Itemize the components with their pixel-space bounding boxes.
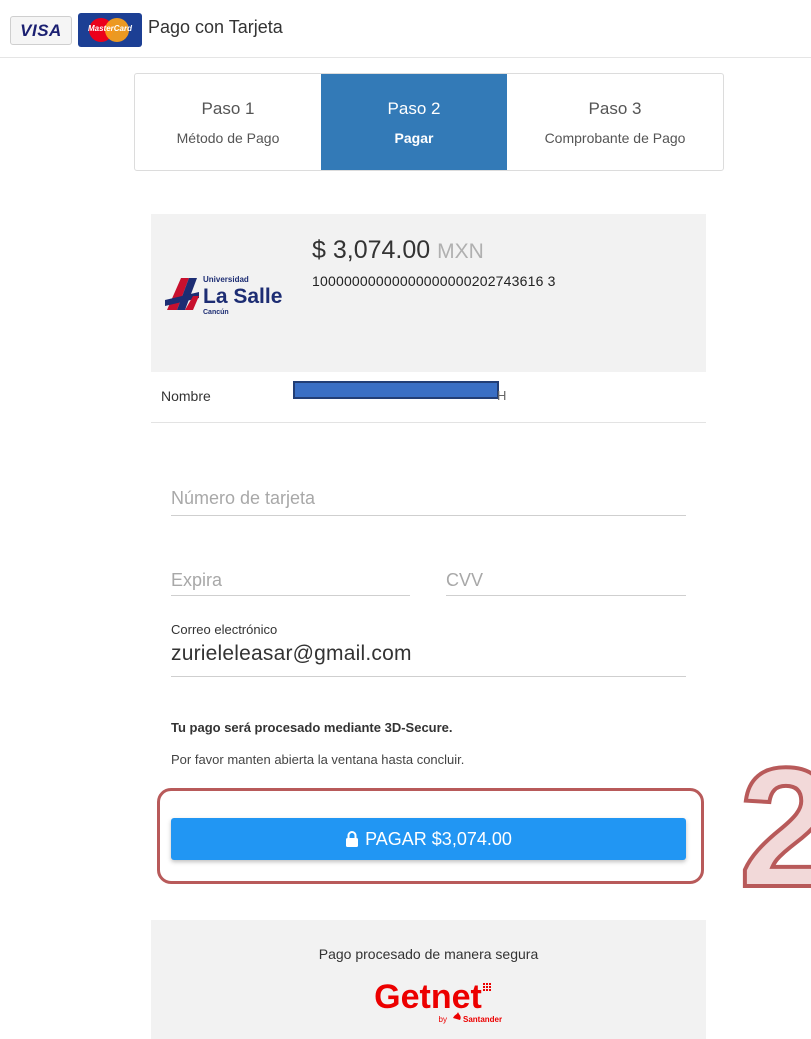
name-label: Nombre [161,388,211,404]
redacted-name [293,381,499,399]
getnet-brand: Getnet [374,978,482,1016]
expiry-field[interactable]: Expira [171,562,410,596]
page-title: Pago con Tarjeta [148,17,283,37]
la-salle-logo-mark: Universidad La Salle Cancún [165,275,282,316]
customer-name-row: Nombre H [151,372,706,423]
pay-button[interactable]: PAGAR $3,074.00 [171,818,686,860]
card-number-field[interactable]: Número de tarjeta [171,480,686,516]
cvv-field[interactable]: CVV [446,562,686,596]
header-divider [0,57,811,58]
header: VISA MasterCard Pago con Tarjeta [0,0,811,58]
email-label: Correo electrónico [171,622,278,637]
mastercard-logo-text: MasterCard [87,24,132,33]
keep-window-open-notice: Por favor manten abierta la ventana hast… [171,752,465,767]
visa-logo: VISA [10,16,72,45]
step-3-number: Paso 3 [588,98,642,118]
getnet-by-text: by [439,1015,447,1024]
3d-secure-notice: Tu pago será procesado mediante 3D-Secur… [171,720,453,735]
step-indicator: Paso 1 Método de Pago Paso 2 Pagar Paso … [134,73,724,171]
amount-display: $ 3,074.00 MXN [312,236,484,265]
amount-value: $ 3,074.00 [312,236,431,264]
reference-number: 10000000000000000000202743616 3 [312,273,556,289]
annotation-number-text: 2 [739,746,811,906]
logo-main-text: La Salle [203,285,282,308]
secure-payment-footer: Pago procesado de manera segura Getnet b… [151,920,706,1039]
getnet-logo: Getnet by Santander [374,978,502,1024]
step-2: Paso 2 Pagar [321,74,507,170]
logo-top-text: Universidad [203,275,249,284]
email-value: zurieleleasar@gmail.com [171,642,412,665]
expiry-placeholder: Expira [171,570,223,590]
card-number-placeholder: Número de tarjeta [171,488,316,508]
logo-sub-text: Cancún [203,309,229,316]
step-2-label: Pagar [394,129,434,146]
step-1-label: Método de Pago [176,129,280,146]
step-3-label: Comprobante de Pago [544,129,686,146]
name-tail: H [497,388,507,403]
annotation-number: 2 [737,746,811,906]
santander-text: Santander [463,1015,502,1024]
visa-logo-text: VISA [20,20,62,40]
currency-code: MXN [437,240,484,263]
mastercard-logo: MasterCard [78,13,142,47]
email-field[interactable]: Correo electrónico zurieleleasar@gmail.c… [171,617,686,677]
lock-icon [345,831,359,847]
merchant-summary: Universidad La Salle Cancún $ 3,074.00 M… [151,214,706,372]
step-1: Paso 1 Método de Pago [135,74,321,170]
pay-button-label: PAGAR $3,074.00 [365,828,512,849]
la-salle-logo: Universidad La Salle Cancún [163,270,298,318]
secure-payment-text: Pago procesado de manera segura [318,946,539,962]
step-3: Paso 3 Comprobante de Pago [507,74,723,170]
getnet-dots-icon [483,983,491,991]
cvv-placeholder: CVV [446,570,484,590]
step-2-number: Paso 2 [387,98,441,118]
step-1-number: Paso 1 [201,98,255,118]
